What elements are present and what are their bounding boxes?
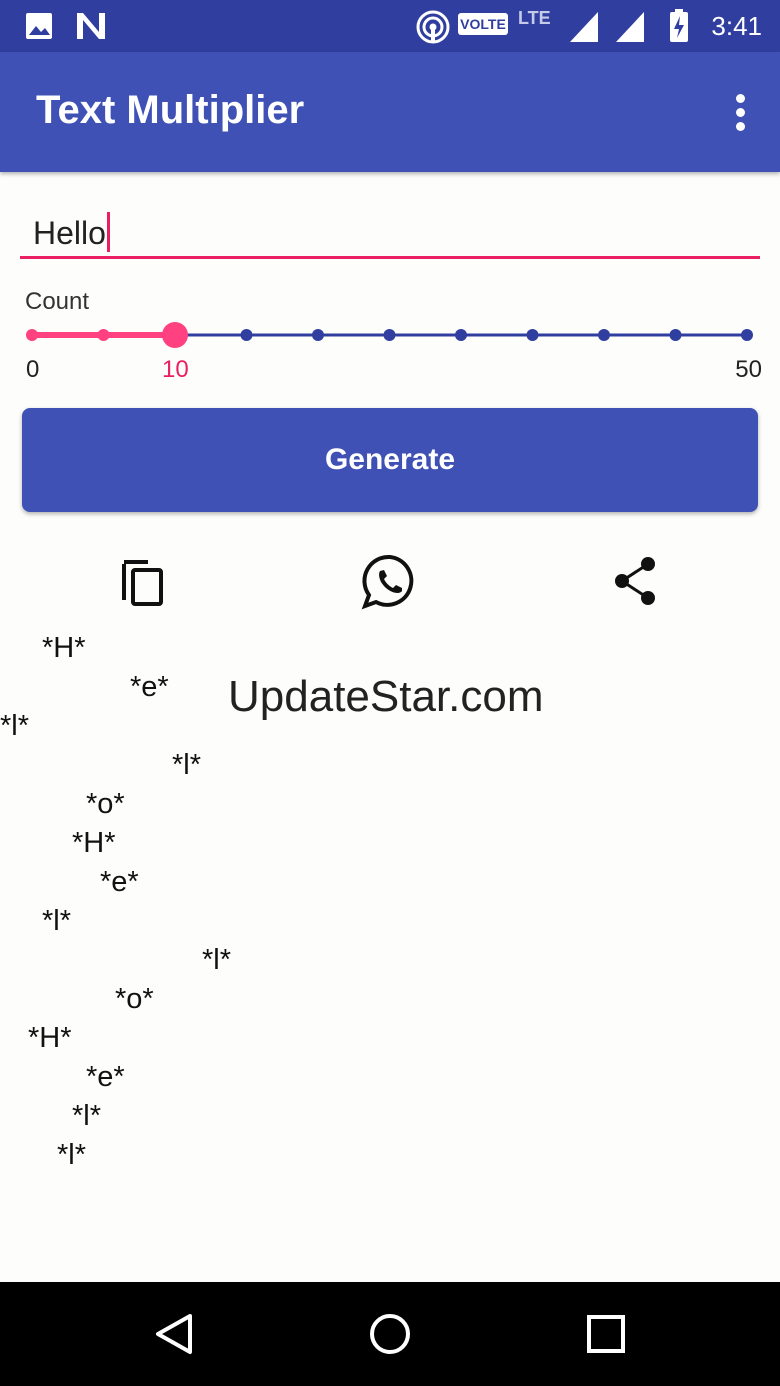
recents-icon[interactable] (576, 1304, 636, 1364)
back-icon[interactable] (144, 1304, 204, 1364)
output-line: *o* (115, 983, 154, 1015)
lte-label: LTE (518, 7, 551, 28)
volte-badge: VOLTE (458, 13, 508, 35)
slider-tick (26, 329, 38, 341)
slider-min-label: 0 (26, 356, 40, 383)
n-icon (77, 13, 105, 39)
output-line: *e* (130, 671, 169, 703)
output-line: *l* (42, 905, 72, 937)
slider-tick (240, 329, 253, 341)
output-line: *l* (57, 1139, 87, 1171)
generate-button[interactable]: Generate (22, 408, 758, 512)
share-icon[interactable] (606, 552, 666, 612)
output-line: *H* (42, 632, 86, 664)
slider-tick (97, 329, 110, 341)
image-icon (26, 13, 52, 39)
signal-icon (616, 12, 644, 42)
watermark: UpdateStar.com (228, 672, 544, 721)
output-line: *l* (72, 1100, 102, 1132)
output-line: *l* (202, 944, 232, 976)
status-bar: VOLTE LTE 3:41 (0, 0, 780, 52)
hotspot-icon (416, 10, 450, 44)
slider-value-label: 10 (162, 356, 189, 383)
app-bar: Text Multiplier (0, 52, 780, 172)
slider-tick (312, 329, 324, 341)
output-line: *l* (0, 710, 30, 742)
text-input[interactable]: Hello (20, 200, 760, 259)
output-line: *H* (28, 1022, 72, 1054)
slider-tick (598, 329, 610, 341)
copy-icon[interactable] (114, 552, 174, 612)
text-cursor (106, 212, 110, 252)
battery-charging-icon (670, 9, 688, 42)
slider-tick (741, 329, 753, 341)
output-line: *e* (86, 1061, 125, 1093)
whatsapp-icon[interactable] (360, 552, 420, 612)
clock: 3:41 (711, 11, 762, 41)
output-line: *H* (72, 827, 116, 859)
input-text: Hello (33, 215, 106, 251)
app-title: Text Multiplier (36, 88, 305, 132)
slider-tick (669, 329, 682, 341)
slider-thumb[interactable] (162, 322, 188, 348)
slider-max-label: 50 (735, 356, 762, 383)
navigation-bar (0, 1282, 780, 1386)
slider-tick (383, 329, 396, 341)
home-icon[interactable] (360, 1304, 420, 1364)
output-line: *e* (100, 866, 139, 898)
count-slider[interactable] (0, 300, 780, 380)
text-input-value: Hello (33, 212, 110, 252)
output-line: *o* (86, 788, 125, 820)
slider-tick (455, 329, 467, 341)
slider-tick (526, 329, 539, 341)
output-line: *l* (172, 749, 202, 781)
signal-icon (570, 12, 598, 42)
more-vert-icon[interactable] (734, 94, 746, 132)
